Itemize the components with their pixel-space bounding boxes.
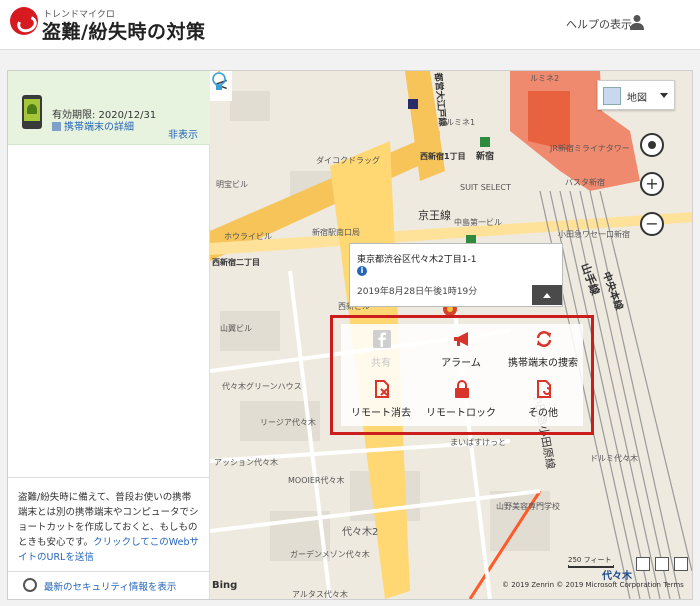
map-label: 新宿駅南口局 xyxy=(312,228,360,237)
more-action[interactable]: その他 xyxy=(503,376,583,424)
map-label: バスタ新宿 xyxy=(565,178,605,187)
copy-icon[interactable] xyxy=(655,557,669,571)
security-info-row[interactable]: 最新のセキュリティ情報を表示 xyxy=(8,571,210,599)
location-popup: 東京都渋谷区代々木2丁目1-1 i 2019年8月28日午後1時19分 xyxy=(349,243,563,307)
alarm-action[interactable]: アラーム xyxy=(421,326,501,374)
map-view[interactable]: ルミネ2 ルミネ1 新宿 西新宿1丁目 JR新宿ミライナタワー バスタ新宿 ダイ… xyxy=(210,71,692,599)
map-label: 西新宿1丁目 xyxy=(420,152,466,161)
map-label: ルミネ1 xyxy=(446,118,476,127)
remote-wipe-action[interactable]: リモート消去 xyxy=(341,376,421,424)
app-header: トレンドマイクロ 盗難/紛失時の対策 ヘルプの表示 xyxy=(0,0,700,50)
lightbulb-icon[interactable] xyxy=(210,71,228,93)
more-icon xyxy=(537,380,551,398)
target-icon xyxy=(648,141,656,149)
map-label: アルタス代々木 xyxy=(292,590,348,599)
location-address: 東京都渋谷区代々木2丁目1-1 xyxy=(357,255,477,265)
map-label: JR新宿ミライナタワー xyxy=(550,144,630,153)
refresh-icon xyxy=(536,331,552,347)
map-label: 代々木2 xyxy=(342,527,379,538)
shortcut-info: 盗難/紛失時に備えて、普段お使いの携帯端末とは別の携帯端末やコンピュータでショー… xyxy=(8,477,210,571)
device-detail-label: 携帯端末の詳細 xyxy=(64,122,134,133)
remote-wipe-label: リモート消去 xyxy=(351,408,411,419)
more-label: その他 xyxy=(528,408,558,419)
map-label: ホウライビル xyxy=(224,232,272,241)
facebook-icon xyxy=(373,330,391,348)
map-label: 中島第一ビル xyxy=(454,218,502,227)
megaphone-icon xyxy=(454,332,468,346)
device-detail-link[interactable]: 携帯端末の詳細 xyxy=(52,118,134,133)
map-copyright: © 2019 Zenrin © 2019 Microsoft Corporati… xyxy=(502,581,684,589)
map-label: MOOIER代々木 xyxy=(288,476,345,485)
page-title: 盗難/紛失時の対策 xyxy=(42,21,206,43)
detail-icon xyxy=(52,122,61,131)
map-icon xyxy=(603,87,621,105)
collapse-button[interactable] xyxy=(532,285,562,305)
map-label: 山野美容専門学校 xyxy=(496,502,560,511)
map-label: リージア代々木 xyxy=(260,418,316,427)
zoom-out-button[interactable]: − xyxy=(640,212,664,236)
map-label: アッション代々木 xyxy=(214,458,278,467)
scale-bar xyxy=(568,565,614,568)
fullscreen-icon[interactable] xyxy=(674,557,688,571)
device-card: 有効期限: 2020/12/31 携帯端末の詳細 非表示 xyxy=(8,71,210,145)
remote-lock-label: リモートロック xyxy=(426,408,496,419)
bing-logo: Bing xyxy=(212,580,238,591)
chevron-down-icon xyxy=(660,93,668,98)
map-label: 小田急ワセ一口新宿 xyxy=(558,230,630,239)
print-icon[interactable] xyxy=(636,557,650,571)
map-label: 新宿 xyxy=(476,152,495,162)
share-action: 共有 xyxy=(341,326,421,374)
user-icon[interactable] xyxy=(630,14,644,30)
action-panel-highlight: 共有 アラーム 携帯端末の捜索 リモート消去 リモートロック その他 xyxy=(330,315,594,435)
map-label: 代々木グリーンハウス xyxy=(222,382,302,391)
info-icon[interactable]: i xyxy=(357,266,367,276)
map-label: SUIT SELECT xyxy=(460,183,511,192)
action-panel: 共有 アラーム 携帯端末の捜索 リモート消去 リモートロック その他 xyxy=(341,324,583,426)
lock-icon xyxy=(455,380,469,398)
map-label: 代々木 xyxy=(602,571,632,582)
map-label: まいばすけっと xyxy=(450,438,506,447)
zoom-in-button[interactable]: + xyxy=(640,172,664,196)
share-label: 共有 xyxy=(371,358,391,369)
remote-wipe-icon xyxy=(375,380,389,398)
map-label: ダイコクドラッグ xyxy=(316,156,380,165)
map-type-selector[interactable]: 地図 xyxy=(597,80,675,110)
location-time: 2019年8月28日午後1時19分 xyxy=(357,287,478,297)
map-label: ルミネ2 xyxy=(530,74,560,83)
map-label: 京王線 xyxy=(418,209,451,222)
map-label: ガーデンメゾン代々木 xyxy=(290,550,370,559)
trend-micro-logo xyxy=(10,7,38,35)
map-label: 山翼ビル xyxy=(220,324,252,333)
locate-button[interactable] xyxy=(640,133,664,157)
find-device-action[interactable]: 携帯端末の捜索 xyxy=(503,326,583,374)
map-label: 明宝ビル xyxy=(216,180,248,189)
left-panel: 有効期限: 2020/12/31 携帯端末の詳細 非表示 盗難/紛失時に備えて、… xyxy=(8,71,210,599)
alarm-label: アラーム xyxy=(441,358,481,369)
find-device-label: 携帯端末の捜索 xyxy=(508,358,578,369)
map-label: ドルミ代々木 xyxy=(590,454,638,463)
help-link[interactable]: ヘルプの表示 xyxy=(566,16,632,32)
map-type-label: 地図 xyxy=(627,93,647,104)
hide-link[interactable]: 非表示 xyxy=(168,126,198,141)
security-icon xyxy=(23,578,37,592)
android-phone-icon xyxy=(22,95,42,129)
remote-lock-action[interactable]: リモートロック xyxy=(421,376,501,424)
security-link[interactable]: 最新のセキュリティ情報を表示 xyxy=(44,579,176,593)
map-label: 西新宿二丁目 xyxy=(212,258,260,267)
scale-label: 250 フィート xyxy=(568,556,612,564)
